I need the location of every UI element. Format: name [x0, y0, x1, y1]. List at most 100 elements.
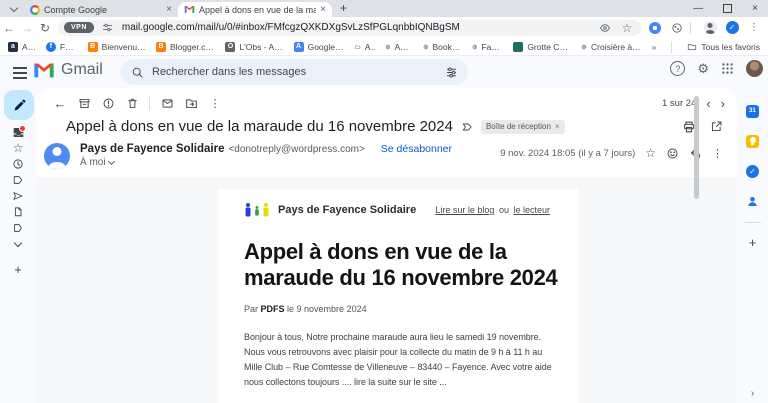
email-subject: Appel à dons en vue de la maraude du 16 …	[66, 118, 453, 135]
bookmark-blogger[interactable]: BBlogger.com – Crée...	[156, 42, 215, 52]
label-icon	[12, 222, 24, 234]
bookmark-facebook2[interactable]: Facebook	[472, 42, 504, 52]
bookmark-croisiere[interactable]: Croisière à la voile a...	[581, 42, 642, 52]
report-spam-button[interactable]	[96, 93, 120, 113]
bookmark-amazon2[interactable]: Amazon	[385, 42, 413, 52]
new-tab-button[interactable]: +	[340, 1, 347, 15]
tab-close-icon[interactable]: ×	[166, 5, 172, 15]
tab-title: Appel à dons en vue de la ma...	[199, 5, 316, 15]
divider	[690, 22, 691, 34]
bookmark-amazon[interactable]: aAmazon	[8, 42, 36, 52]
vpn-extension-badge[interactable]: VPN	[64, 22, 94, 33]
bookmarks-overflow[interactable]: »	[652, 42, 657, 52]
address-bar[interactable]: VPN mail.google.com/mail/u/0/#inbox/FMfc…	[58, 20, 641, 36]
search-bar[interactable]: Rechercher dans les messages	[121, 59, 468, 85]
minimize-button[interactable]: —	[693, 3, 703, 14]
main-menu-icon[interactable]	[13, 67, 27, 69]
archive-button[interactable]	[72, 93, 96, 113]
maximize-button[interactable]	[723, 4, 732, 13]
apps-grid-icon[interactable]	[721, 62, 734, 75]
sidebar-add-label-button[interactable]: +	[0, 261, 36, 277]
password-eye-icon[interactable]	[597, 22, 613, 34]
compose-button[interactable]	[4, 90, 34, 120]
reload-button[interactable]: ↻	[36, 21, 54, 35]
scrollbar-thumb[interactable]	[694, 96, 699, 199]
delete-button[interactable]	[120, 93, 144, 113]
forward-button[interactable]: →	[18, 21, 36, 35]
tab-search-button[interactable]	[6, 2, 22, 16]
tab-title: Compte Google	[44, 5, 162, 15]
tab-close-icon[interactable]: ×	[320, 5, 326, 15]
translate-icon: A	[294, 42, 304, 52]
bookmark-folder-acer[interactable]: Acer	[355, 42, 374, 52]
sidebar-item-starred[interactable]: ☆	[0, 140, 36, 156]
message-actions	[682, 120, 723, 134]
sidebar-item-important[interactable]	[0, 172, 36, 188]
settings-gear-icon[interactable]: ⚙	[697, 62, 709, 75]
remove-label-icon[interactable]: ×	[555, 122, 560, 131]
bookmark-star-icon[interactable]: ☆	[619, 21, 635, 35]
sidebar-item-inbox[interactable]	[0, 124, 36, 140]
bookmark-bienvenue[interactable]: BBienvenue en Pays...	[88, 42, 146, 52]
tasks-icon[interactable]: ✓	[746, 164, 760, 178]
site-settings-icon[interactable]	[100, 22, 116, 33]
mark-unread-button[interactable]	[155, 93, 179, 113]
pencil-icon	[13, 99, 26, 112]
chevron-down-icon	[108, 158, 115, 165]
account-avatar[interactable]	[746, 60, 763, 77]
open-in-new-icon[interactable]	[710, 120, 723, 133]
bookmark-grotte[interactable]: Grotte Cosquer Mé...	[513, 42, 571, 52]
sender-avatar[interactable]	[44, 143, 70, 169]
sidebar-item-more[interactable]	[0, 236, 36, 252]
message-more-icon[interactable]: ⋮	[712, 147, 723, 160]
mail-toolbar: ← ⋮ 1 sur 24 ‹ ›	[36, 91, 737, 115]
emoji-reaction-icon[interactable]	[666, 147, 679, 160]
calendar-icon[interactable]: 31	[746, 104, 760, 118]
back-to-inbox-button[interactable]: ←	[48, 93, 72, 113]
get-addons-button[interactable]: +	[749, 235, 757, 250]
bookmark-all-favorites[interactable]: Tous les favoris	[687, 42, 760, 52]
browser-menu-icon[interactable]: ⋮	[746, 22, 762, 33]
recipient-row[interactable]: À moi	[80, 157, 500, 168]
newer-email-button[interactable]: ‹	[706, 97, 710, 110]
sender-row: Pays de Fayence Solidaire <donotreply@wo…	[36, 143, 737, 169]
sidebar-item-snoozed[interactable]	[0, 156, 36, 172]
message-meta: 9 nov. 2024 18:05 (il y a 7 jours) ☆ ⋮	[500, 145, 723, 161]
unsubscribe-link[interactable]: Se désabonner	[381, 143, 452, 155]
sidebar-item-labels[interactable]	[0, 220, 36, 236]
older-email-button[interactable]: ›	[721, 97, 725, 110]
tab-gmail-message[interactable]: Appel à dons en vue de la ma... ×	[178, 2, 332, 17]
divider	[149, 97, 150, 110]
contacts-icon[interactable]	[746, 194, 760, 208]
send-icon	[12, 190, 24, 202]
reader-link[interactable]: le lecteur	[513, 205, 550, 215]
extensions-puzzle-icon[interactable]	[669, 22, 685, 34]
folder-icon	[355, 42, 361, 52]
clock-icon	[12, 158, 24, 170]
profile-avatar[interactable]	[702, 21, 718, 34]
bookmark-traduction[interactable]: AGoogle Traduction	[294, 42, 346, 52]
recipient-label: À moi	[80, 157, 106, 168]
bookmark-booking[interactable]: Booking.com	[423, 42, 462, 52]
tab-compte-google[interactable]: Compte Google ×	[24, 2, 178, 17]
sidebar-item-sent[interactable]	[0, 188, 36, 204]
help-icon[interactable]: ?	[670, 61, 685, 76]
collapse-side-panel-icon[interactable]: ›	[751, 388, 754, 399]
move-to-button[interactable]	[179, 93, 203, 113]
extension-icon-blue[interactable]	[647, 22, 663, 34]
back-button[interactable]: ←	[0, 21, 18, 35]
label-chip-inbox[interactable]: Boîte de réception×	[481, 120, 565, 134]
site-icon-teal	[513, 42, 523, 52]
bookmark-facebook[interactable]: fFacebook	[46, 42, 78, 52]
keep-icon[interactable]	[746, 134, 760, 148]
star-message-icon[interactable]: ☆	[645, 146, 656, 160]
security-shield-icon[interactable]: ✓	[724, 21, 740, 34]
search-options-icon[interactable]	[445, 66, 458, 79]
read-on-blog-link[interactable]: Lire sur le blog	[435, 205, 494, 215]
globe-icon	[581, 42, 587, 52]
sidebar-item-drafts[interactable]	[0, 204, 36, 220]
more-options-icon[interactable]: ⋮	[203, 93, 227, 113]
importance-marker-icon[interactable]	[461, 121, 473, 133]
bookmark-lobs[interactable]: OL'Obs - Actualités d...	[225, 42, 283, 52]
close-button[interactable]: ×	[752, 3, 758, 14]
